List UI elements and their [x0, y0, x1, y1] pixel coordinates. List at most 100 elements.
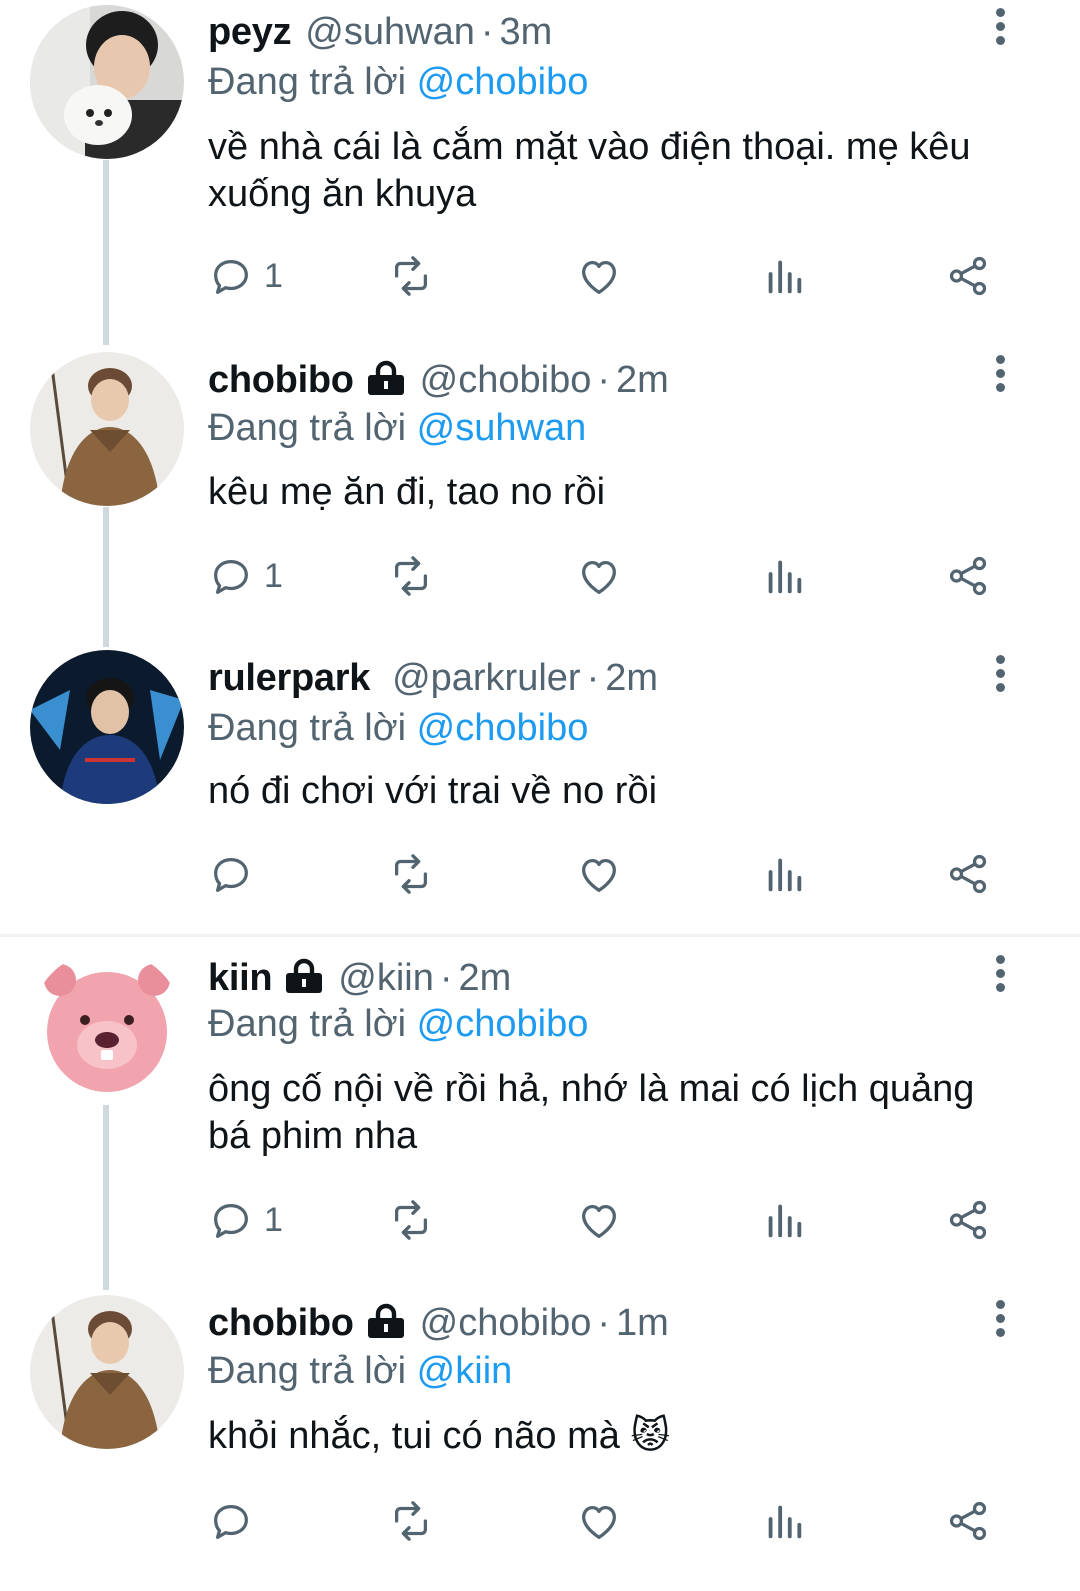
- reply-button[interactable]: [208, 1491, 264, 1551]
- display-name[interactable]: chobibo: [208, 359, 354, 401]
- timestamp[interactable]: 3m: [500, 11, 553, 53]
- thread-line: [103, 160, 109, 345]
- tweet-text: khỏi nhắc, tui có não mà 😾: [208, 1415, 671, 1457]
- separator-dot: ·: [597, 1302, 610, 1344]
- replying-to: Đang trả lời @chobibo: [208, 998, 588, 1050]
- tweet[interactable]: chobibo @chobibo · 2m Đang trả lời @suhwan …: [0, 350, 1080, 647]
- lock-icon: [367, 1303, 404, 1338]
- reply-mention[interactable]: @chobibo: [417, 1003, 589, 1045]
- handle[interactable]: @chobibo: [420, 359, 592, 401]
- replying-to: Đang trả lời @chobibo: [208, 56, 588, 108]
- share-icon: [949, 1501, 987, 1541]
- share-button[interactable]: [945, 246, 991, 306]
- avatar[interactable]: [30, 352, 184, 506]
- separator-dot: ·: [586, 657, 600, 699]
- display-name[interactable]: chobibo: [208, 1302, 354, 1344]
- reply-count: 1: [264, 1200, 283, 1239]
- heart-icon: [582, 858, 616, 892]
- action-bar: [208, 1491, 1008, 1551]
- tweet-text: về nhà cái là cắm mặt vào điện thoại. mẹ…: [208, 126, 971, 215]
- reply-button[interactable]: 1: [208, 1190, 283, 1250]
- timestamp[interactable]: 2m: [459, 957, 512, 999]
- more-vertical-icon[interactable]: [985, 655, 1015, 699]
- reply-mention[interactable]: @chobibo: [417, 61, 589, 103]
- thread-line: [103, 507, 109, 647]
- reply-button[interactable]: [208, 844, 264, 904]
- like-button[interactable]: [576, 546, 622, 606]
- share-button[interactable]: [945, 546, 991, 606]
- retweet-button[interactable]: [388, 844, 434, 904]
- avatar[interactable]: [30, 1295, 184, 1449]
- handle[interactable]: @parkruler: [392, 657, 581, 699]
- avatar[interactable]: [30, 5, 184, 159]
- like-button[interactable]: [576, 1491, 622, 1551]
- reply-count: 1: [264, 256, 283, 295]
- views-icon: [768, 260, 802, 294]
- views-button[interactable]: [761, 1190, 807, 1250]
- more-vertical-icon[interactable]: [985, 8, 1015, 52]
- reply-count: 1: [264, 556, 283, 595]
- views-icon: [768, 858, 802, 892]
- share-button[interactable]: [945, 1190, 991, 1250]
- reply-mention[interactable]: @chobibo: [417, 707, 589, 749]
- tweet[interactable]: peyz @suhwan · 3m Đang trả lời @chobibo về …: [0, 0, 1080, 345]
- heart-icon: [582, 260, 616, 294]
- retweet-icon: [394, 256, 428, 296]
- retweet-button[interactable]: [388, 546, 434, 606]
- heart-icon: [582, 1204, 616, 1238]
- like-button[interactable]: [576, 246, 622, 306]
- display-name[interactable]: peyz: [208, 11, 292, 53]
- views-button[interactable]: [761, 844, 807, 904]
- action-bar: 1: [208, 546, 1008, 606]
- retweet-icon: [394, 1200, 428, 1240]
- lock-icon: [286, 958, 323, 993]
- display-name[interactable]: kiin: [208, 957, 273, 999]
- views-button[interactable]: [761, 546, 807, 606]
- reply-mention[interactable]: @suhwan: [417, 407, 587, 449]
- timestamp[interactable]: 2m: [616, 359, 669, 401]
- handle[interactable]: @chobibo: [420, 1302, 592, 1344]
- reply-button[interactable]: 1: [208, 546, 283, 606]
- share-button[interactable]: [945, 1491, 991, 1551]
- timestamp[interactable]: 1m: [616, 1302, 669, 1344]
- like-button[interactable]: [576, 1190, 622, 1250]
- views-button[interactable]: [761, 246, 807, 306]
- share-icon: [949, 556, 987, 596]
- reply-icon: [214, 559, 248, 594]
- more-vertical-icon[interactable]: [985, 1300, 1015, 1344]
- lock-icon: [367, 360, 404, 395]
- handle[interactable]: @suhwan: [305, 11, 475, 53]
- thread-line: [103, 1105, 109, 1290]
- replying-to: Đang trả lời @chobibo: [208, 702, 588, 754]
- retweet-button[interactable]: [388, 246, 434, 306]
- views-button[interactable]: [761, 1491, 807, 1551]
- replying-to-label: Đang trả lời: [208, 707, 407, 749]
- more-vertical-icon[interactable]: [985, 955, 1015, 999]
- reply-icon: [214, 1203, 248, 1238]
- reply-icon: [214, 1504, 248, 1539]
- retweet-button[interactable]: [388, 1190, 434, 1250]
- avatar[interactable]: [30, 950, 184, 1104]
- tweet-text: nó đi chơi với trai về no rồi: [208, 770, 658, 812]
- share-button[interactable]: [945, 844, 991, 904]
- tweet[interactable]: kiin @kiin · 2m Đang trả lời @chobibo ông c…: [0, 950, 1080, 1290]
- action-bar: 1: [208, 1190, 1008, 1250]
- reply-mention[interactable]: @kiin: [417, 1350, 513, 1392]
- reply-button[interactable]: 1: [208, 246, 283, 306]
- timestamp[interactable]: 2m: [605, 657, 658, 699]
- display-name[interactable]: rulerpark: [208, 657, 370, 699]
- more-vertical-icon[interactable]: [985, 355, 1015, 399]
- avatar[interactable]: [30, 650, 184, 804]
- tweet[interactable]: rulerpark @parkruler · 2m Đang trả lời @cho…: [0, 650, 1080, 930]
- action-bar: 1: [208, 246, 1008, 306]
- handle[interactable]: @kiin: [338, 957, 434, 999]
- tweet[interactable]: chobibo @chobibo · 1m Đang trả lời @kiin kh…: [0, 1295, 1080, 1591]
- retweet-button[interactable]: [388, 1491, 434, 1551]
- views-icon: [768, 1204, 802, 1238]
- replying-to: Đang trả lời @kiin: [208, 1345, 512, 1397]
- tweet-text: kêu mẹ ăn đi, tao no rồi: [208, 471, 606, 513]
- retweet-icon: [394, 854, 428, 894]
- like-button[interactable]: [576, 844, 622, 904]
- share-icon: [949, 1200, 987, 1240]
- separator-dot: ·: [439, 957, 453, 999]
